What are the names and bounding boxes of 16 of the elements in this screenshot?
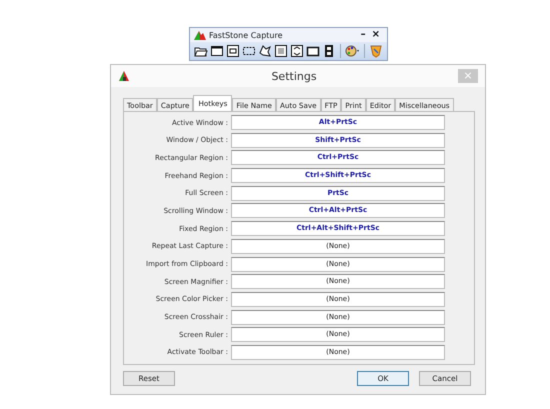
shield-icon[interactable] <box>369 44 383 58</box>
scroll-icon[interactable] <box>290 44 304 58</box>
window-title: FastStone Capture <box>209 30 283 40</box>
window-icon[interactable] <box>226 44 240 58</box>
dialog-title: Settings <box>270 70 318 82</box>
logo-icon <box>118 70 130 82</box>
rectangle-icon[interactable] <box>306 44 320 58</box>
minimize-button[interactable]: – <box>358 29 369 41</box>
dashed-rectangle-icon[interactable] <box>242 44 256 58</box>
freehand-icon[interactable] <box>258 44 272 58</box>
film-icon[interactable] <box>322 44 336 58</box>
palette-icon[interactable] <box>345 44 360 58</box>
window-icon[interactable] <box>210 44 224 58</box>
screen-icon[interactable] <box>274 44 288 58</box>
close-button[interactable]: × <box>368 29 383 41</box>
logo-icon <box>194 30 206 40</box>
